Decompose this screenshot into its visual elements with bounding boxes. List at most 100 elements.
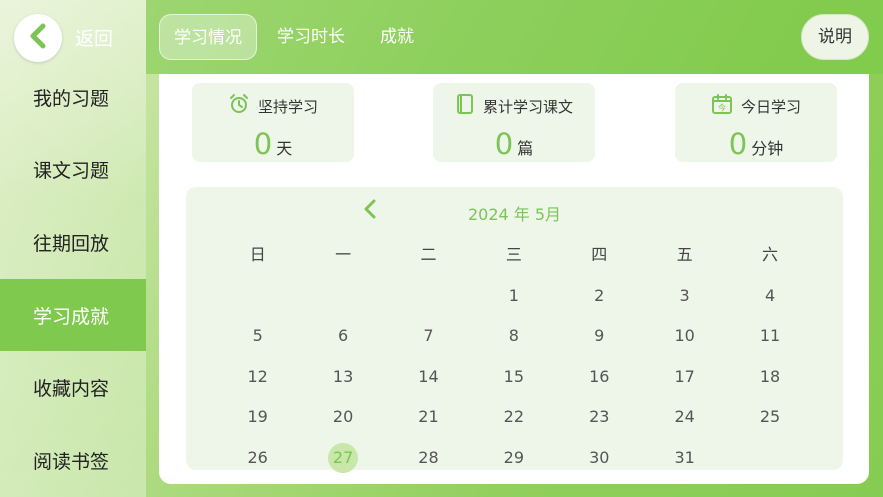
tab-study-status[interactable]: 学习情况 — [159, 14, 257, 60]
weekday-label: 日 — [249, 245, 266, 265]
sidebar-item-label: 往期回放 — [33, 232, 110, 255]
calendar-cell: 16 — [557, 362, 642, 392]
calendar-day[interactable]: 29 — [499, 443, 529, 473]
weekday-label: 四 — [591, 245, 608, 265]
calendar-cell: 22 — [471, 402, 556, 432]
calendar-day[interactable]: 12 — [243, 362, 273, 392]
calendar-cell — [386, 281, 471, 311]
stat-card-streak: 坚持学习 0天 — [192, 83, 354, 162]
calendar-cell: 11 — [727, 321, 812, 351]
stat-unit: 分钟 — [751, 139, 784, 158]
calendar-cell: 1 — [471, 281, 556, 311]
book-icon — [455, 93, 475, 119]
weekday-label: 一 — [335, 245, 352, 265]
calendar-day[interactable]: 21 — [413, 402, 443, 432]
stat-label: 累计学习课文 — [482, 97, 573, 116]
calendar-cell: 8 — [471, 321, 556, 351]
sidebar-item-label: 阅读书签 — [33, 450, 110, 473]
help-button[interactable]: 说明 — [801, 14, 869, 60]
stat-value: 0 — [728, 127, 748, 161]
calendar-day[interactable]: 2 — [584, 281, 614, 311]
calendar-cell: 17 — [642, 362, 727, 392]
calendar-cell: 30 — [557, 443, 642, 473]
calendar-day[interactable]: 31 — [670, 443, 700, 473]
stat-label: 坚持学习 — [257, 97, 318, 116]
calendar-cell: 21 — [386, 402, 471, 432]
calendar-cell: 10 — [642, 321, 727, 351]
calendar-cell: 3 — [642, 281, 727, 311]
weekday-label: 六 — [762, 245, 779, 265]
calendar-day[interactable]: 20 — [328, 402, 358, 432]
calendar-cell: 15 — [471, 362, 556, 392]
tab-bar: 学习情况 学习时长 成就 说明 — [146, 0, 883, 74]
calendar-day[interactable]: 8 — [499, 321, 529, 351]
sidebar-item-text-exercises[interactable]: 课文习题 — [0, 133, 146, 205]
calendar-day[interactable]: 5 — [243, 321, 273, 351]
calendar-cell — [727, 443, 812, 473]
sidebar-item-label: 课文习题 — [33, 159, 110, 182]
sidebar-item-favorites[interactable]: 收藏内容 — [0, 351, 146, 423]
calendar-day[interactable]: 7 — [413, 321, 443, 351]
calendar-cell: 19 — [215, 402, 300, 432]
alarm-clock-icon — [228, 93, 250, 119]
sidebar: 返回 我的习题 课文习题 往期回放 学习成就 收藏内容 阅读书签 — [0, 0, 146, 497]
calendar-cell — [215, 281, 300, 311]
calendar-day[interactable]: 18 — [755, 362, 785, 392]
back-label[interactable]: 返回 — [75, 24, 113, 51]
stat-unit: 天 — [276, 139, 293, 158]
calendar-day[interactable]: 13 — [328, 362, 358, 392]
calendar-day[interactable]: 3 — [670, 281, 700, 311]
stat-value: 0 — [494, 127, 514, 161]
calendar-day[interactable]: 30 — [584, 443, 614, 473]
stat-unit: 篇 — [517, 139, 534, 158]
sidebar-item-my-exercises[interactable]: 我的习题 — [0, 61, 146, 133]
weekday-label: 三 — [505, 245, 522, 265]
calendar-day[interactable]: 16 — [584, 362, 614, 392]
calendar-cell: 23 — [557, 402, 642, 432]
calendar-day[interactable]: 24 — [670, 402, 700, 432]
calendar-day[interactable]: 25 — [755, 402, 785, 432]
stat-label: 今日学习 — [740, 97, 801, 116]
sidebar-item-bookmarks[interactable]: 阅读书签 — [0, 424, 146, 496]
calendar-day[interactable]: 11 — [755, 321, 785, 351]
tab-achievements[interactable]: 成就 — [366, 14, 428, 60]
calendar-today-icon: 今 — [711, 93, 733, 119]
calendar-week-row: 26 27 28 29 30 31 — [215, 438, 813, 479]
calendar-title: 2024 年 5月 — [467, 205, 562, 224]
chevron-left-icon — [27, 23, 49, 53]
calendar-day-today[interactable]: 27 — [328, 442, 359, 473]
back-button[interactable] — [14, 14, 62, 62]
stat-value: 0 — [253, 127, 273, 161]
calendar-day[interactable]: 4 — [755, 281, 785, 311]
sidebar-item-achievements[interactable]: 学习成就 — [0, 279, 146, 351]
weekday-label: 二 — [420, 245, 437, 265]
calendar-week-row: 12 13 14 15 16 17 18 — [215, 357, 813, 398]
calendar-cell: 29 — [471, 443, 556, 473]
calendar-day[interactable]: 14 — [413, 362, 443, 392]
calendar-cell: 14 — [386, 362, 471, 392]
calendar-cell: 5 — [215, 321, 300, 351]
calendar-day[interactable]: 1 — [499, 281, 529, 311]
calendar-cell: 4 — [727, 281, 812, 311]
stat-card-today: 今 今日学习 0 分钟 — [675, 83, 837, 162]
calendar-day[interactable]: 6 — [328, 321, 358, 351]
calendar-day[interactable]: 19 — [243, 402, 273, 432]
calendar-cell: 27 — [300, 442, 385, 473]
calendar-day[interactable]: 26 — [243, 443, 273, 473]
calendar-day[interactable]: 17 — [670, 362, 700, 392]
calendar-week-row: 19 20 21 22 23 24 25 — [215, 397, 813, 438]
calendar-day[interactable]: 28 — [413, 443, 443, 473]
calendar-day[interactable]: 22 — [499, 402, 529, 432]
calendar-day[interactable]: 10 — [670, 321, 700, 351]
calendar-day[interactable]: 23 — [584, 402, 614, 432]
calendar-cell: 24 — [642, 402, 727, 432]
calendar-cell: 26 — [215, 443, 300, 473]
calendar-day[interactable]: 9 — [584, 321, 614, 351]
svg-text:今: 今 — [718, 103, 726, 113]
sidebar-item-replays[interactable]: 往期回放 — [0, 206, 146, 278]
calendar-cell: 7 — [386, 321, 471, 351]
main-panel: 坚持学习 0天 累计学习课文 0篇 今 今日学习 0 分钟 2024 年 5月 … — [159, 74, 869, 484]
calendar-day[interactable]: 15 — [499, 362, 529, 392]
tab-study-duration[interactable]: 学习时长 — [263, 14, 359, 60]
sidebar-item-label: 收藏内容 — [33, 377, 110, 400]
